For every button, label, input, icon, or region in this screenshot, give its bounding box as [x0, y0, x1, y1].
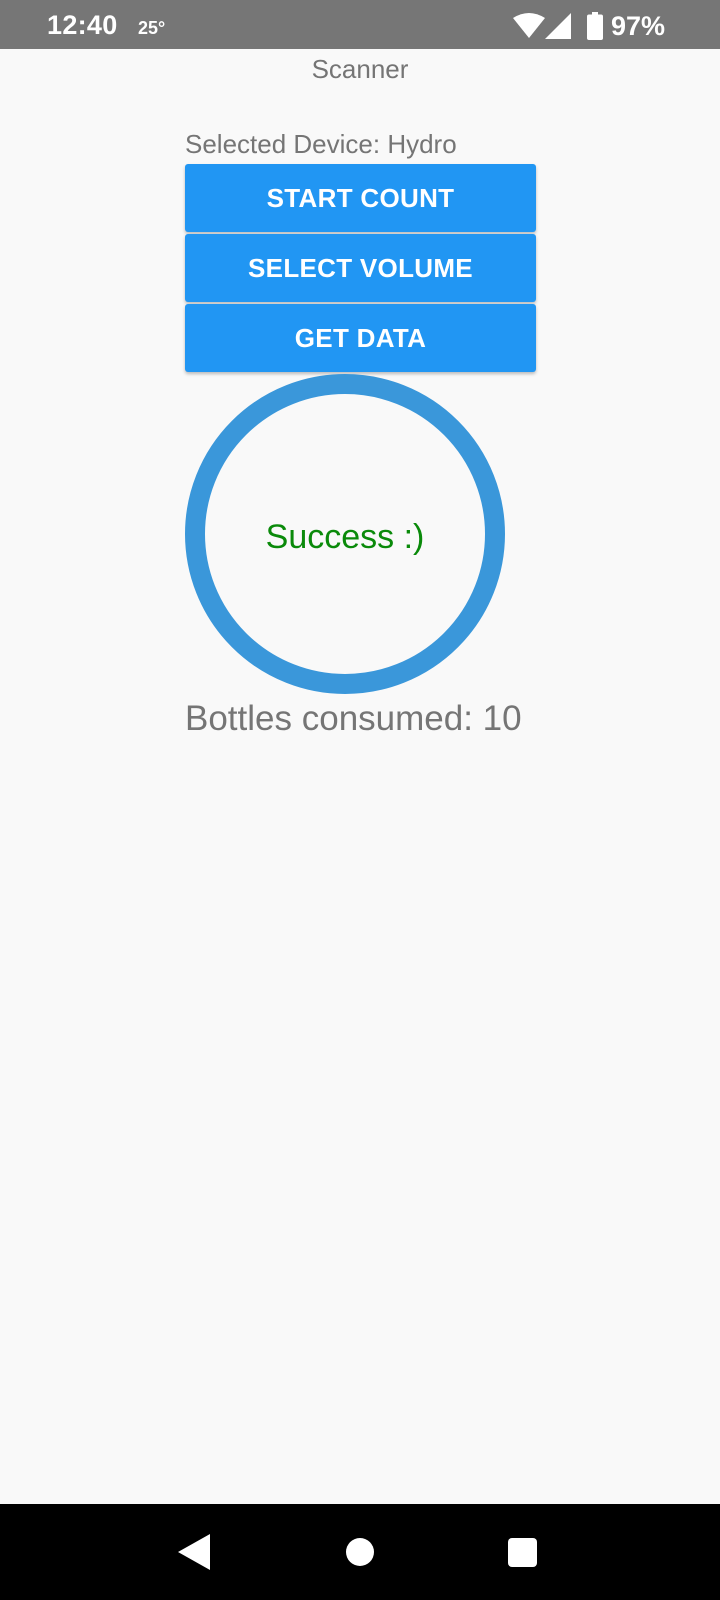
selected-device-label: Selected Device: Hydro: [185, 129, 457, 159]
status-bar: 12:40 25° 97%: [0, 0, 720, 49]
back-icon[interactable]: [178, 1534, 210, 1570]
battery-percent: 97%: [611, 11, 666, 41]
status-temperature: 25°: [138, 18, 166, 38]
wifi-icon: [513, 13, 545, 38]
get-data-button[interactable]: GET DATA: [185, 304, 536, 372]
page-title: Scanner: [311, 54, 409, 84]
bottles-consumed-label: Bottles consumed: 10: [185, 699, 522, 738]
status-message: Success :): [265, 518, 425, 556]
signal-icon: [545, 13, 571, 39]
recents-icon[interactable]: [508, 1538, 537, 1567]
select-volume-button[interactable]: SELECT VOLUME: [185, 234, 536, 302]
battery-icon: [587, 12, 603, 40]
start-count-button[interactable]: START COUNT: [185, 164, 536, 232]
home-icon[interactable]: [346, 1538, 374, 1566]
status-time: 12:40: [47, 10, 118, 40]
navigation-bar: [0, 1504, 720, 1600]
